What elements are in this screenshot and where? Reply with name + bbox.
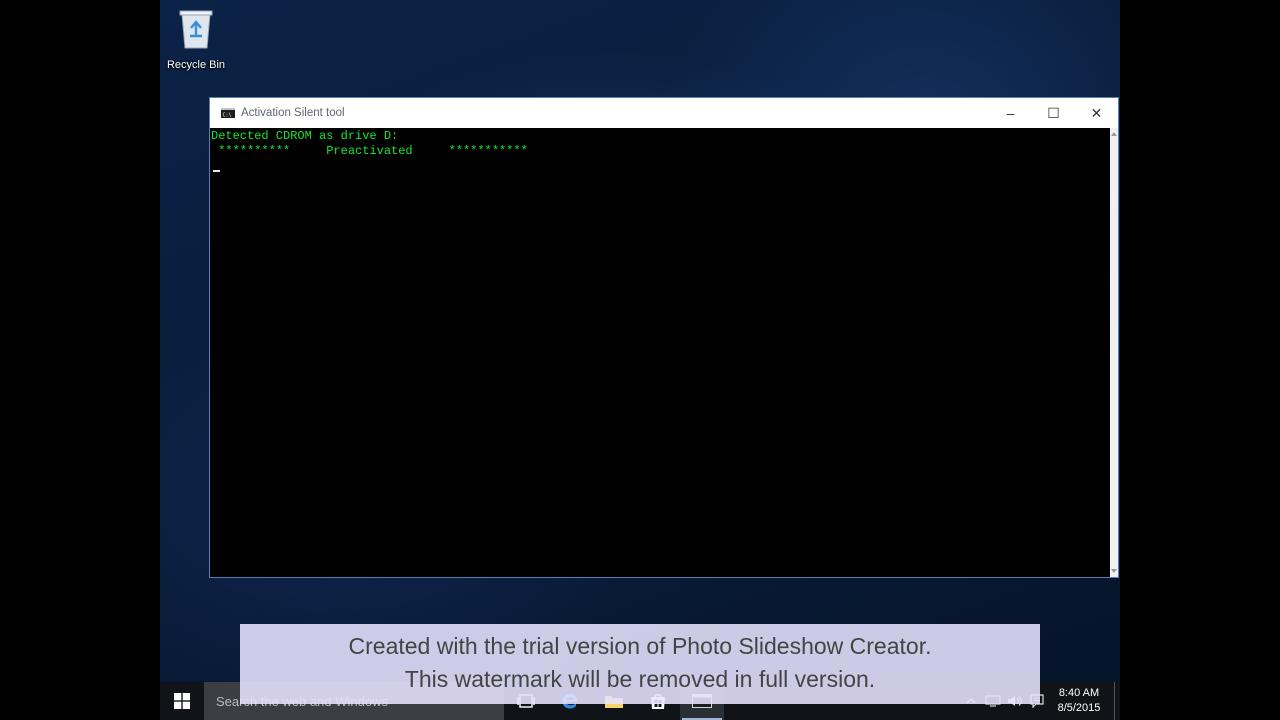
console-output[interactable]: Detected CDROM as drive D: ********** Pr… xyxy=(210,128,1110,577)
recycle-bin-shortcut[interactable]: Recycle Bin xyxy=(164,6,228,71)
console-window[interactable]: C:\ Activation Silent tool – ☐ ✕ Detecte… xyxy=(209,97,1119,578)
windows-logo-icon xyxy=(174,693,190,709)
text-cursor xyxy=(213,170,220,172)
show-desktop-button[interactable] xyxy=(1114,682,1120,720)
watermark-line: Created with the trial version of Photo … xyxy=(348,633,932,659)
console-line: Detected CDROM as drive D: xyxy=(211,129,399,143)
scroll-up-icon[interactable] xyxy=(1111,132,1117,136)
close-button[interactable]: ✕ xyxy=(1075,98,1118,128)
console-line: ********** Preactivated *********** xyxy=(211,144,528,158)
trial-watermark: Created with the trial version of Photo … xyxy=(240,624,1040,704)
vertical-scrollbar[interactable] xyxy=(1110,128,1118,577)
maximize-button[interactable]: ☐ xyxy=(1032,98,1075,128)
minimize-button[interactable]: – xyxy=(989,98,1032,128)
desktop: Recycle Bin C:\ Activation Silent tool –… xyxy=(160,0,1120,720)
clock[interactable]: 8:40 AM 8/5/2015 xyxy=(1048,686,1110,716)
clock-time: 8:40 AM xyxy=(1058,687,1100,699)
svg-text:C:\: C:\ xyxy=(223,113,232,119)
watermark-line: This watermark will be removed in full v… xyxy=(404,666,876,692)
scroll-down-icon[interactable] xyxy=(1111,569,1117,573)
window-title: Activation Silent tool xyxy=(241,107,345,119)
console-app-icon: C:\ xyxy=(221,108,235,118)
recycle-bin-label: Recycle Bin xyxy=(166,59,226,71)
start-button[interactable] xyxy=(160,682,204,720)
clock-date: 8/5/2015 xyxy=(1057,702,1101,714)
window-titlebar[interactable]: C:\ Activation Silent tool – ☐ ✕ xyxy=(210,98,1118,128)
recycle-bin-icon xyxy=(179,10,213,49)
